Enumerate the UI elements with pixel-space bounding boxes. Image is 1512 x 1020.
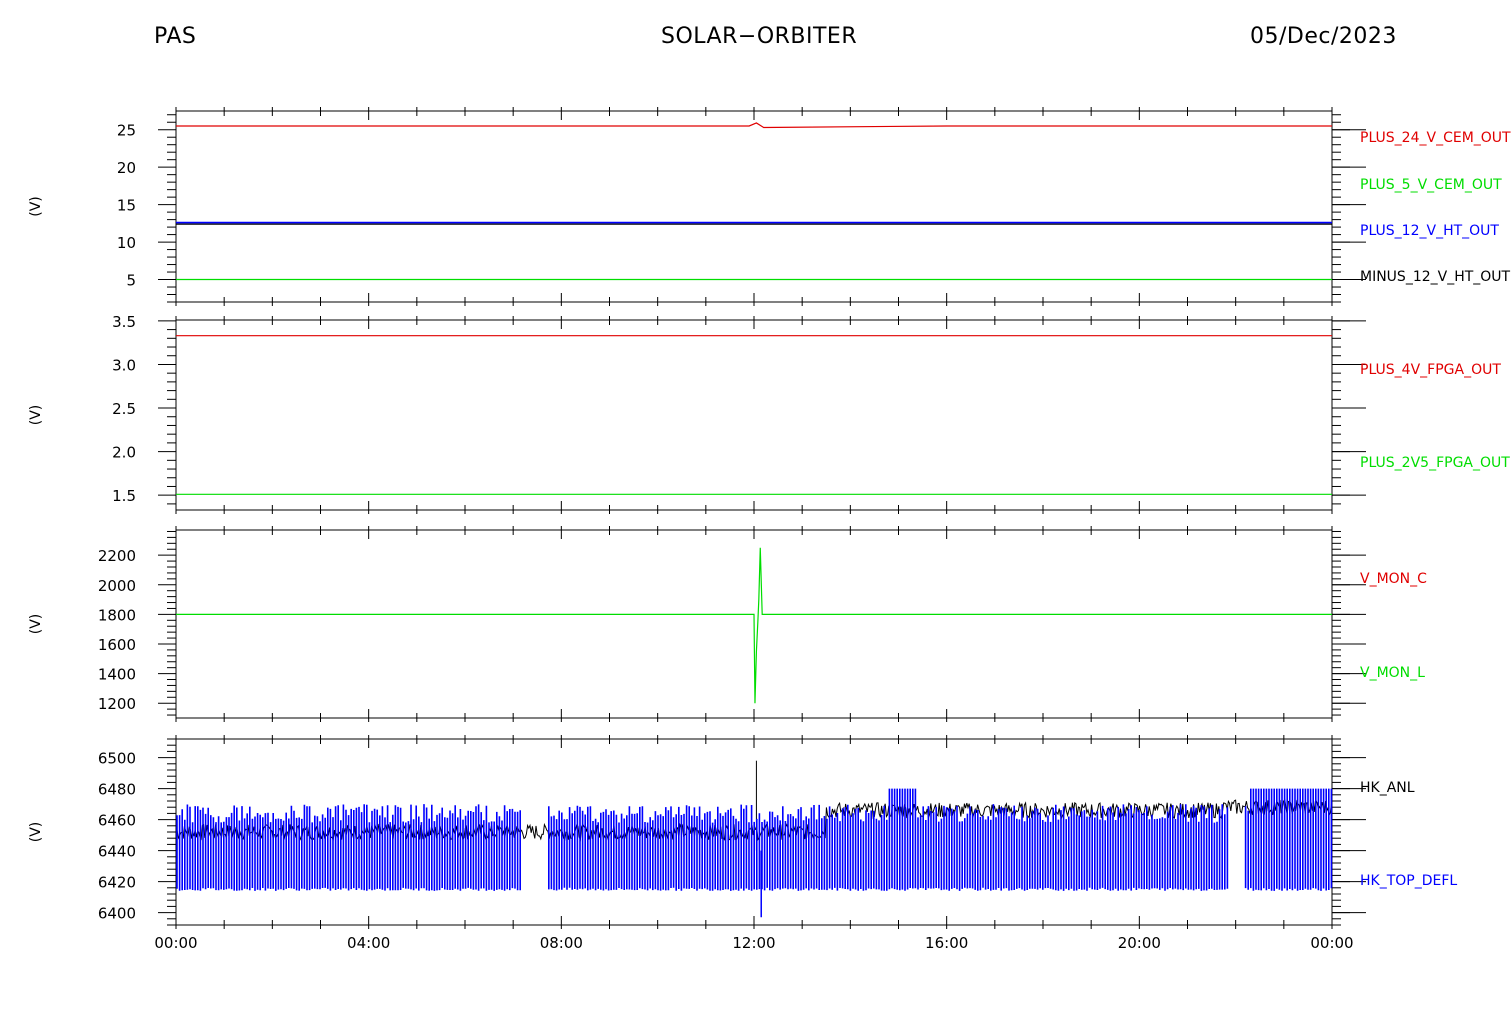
x-tick-label: 16:00 (925, 934, 968, 952)
y-tick-label: 2.5 (112, 400, 136, 418)
x-tick-label: 04:00 (347, 934, 390, 952)
legend-label: PLUS_4V_FPGA_OUT (1360, 362, 1501, 378)
y-axis-label: (V) (28, 614, 44, 635)
y-tick-label: 6460 (98, 812, 136, 830)
y-tick-label: 2.0 (112, 444, 136, 462)
x-tick-label: 20:00 (1118, 934, 1161, 952)
y-tick-label: 1800 (98, 606, 136, 624)
series-PLUS_24_V_CEM_OUT (176, 122, 1332, 129)
legend-label: PLUS_24_V_CEM_OUT (1360, 130, 1511, 146)
legend-label: PLUS_12_V_HT_OUT (1360, 223, 1499, 239)
y-axis-label: (V) (28, 196, 44, 217)
legend-label: PLUS_5_V_CEM_OUT (1360, 177, 1502, 193)
y-tick-label: 1200 (98, 695, 136, 713)
y-tick-label: 6400 (98, 905, 136, 923)
y-axis-label: (V) (28, 405, 44, 426)
legend-label: HK_ANL (1360, 780, 1415, 796)
legend-label: V_MON_L (1360, 665, 1425, 681)
y-tick-label: 1400 (98, 666, 136, 684)
y-tick-label: 1600 (98, 636, 136, 654)
housekeeping-plot: 5 10 15 20 25 (V) PLUS_24_V_CEM_OUT PLUS_5_V_CE… (28, 107, 1511, 952)
panel-1-frame (175, 110, 1333, 303)
y-tick-label: 6480 (98, 781, 136, 799)
y-tick-label: 6500 (98, 750, 136, 768)
legend-label: HK_TOP_DEFL (1360, 873, 1457, 889)
x-tick-label: 00:00 (154, 934, 197, 952)
legend-label: PLUS_2V5_FPGA_OUT (1360, 455, 1510, 471)
legend-label: V_MON_C (1360, 571, 1427, 587)
y-tick-label: 2200 (98, 547, 136, 565)
x-tick-label: 08:00 (540, 934, 583, 952)
y-tick-label: 6440 (98, 843, 136, 861)
y-tick-label: 1.5 (112, 487, 136, 505)
series-V_MON_L (176, 547, 1332, 704)
legend-label: MINUS_12_V_HT_OUT (1360, 269, 1511, 285)
y-tick-label: 5 (126, 272, 136, 290)
y-tick-label: 6420 (98, 874, 136, 892)
y-tick-label: 20 (117, 159, 136, 177)
y-tick-label: 3.5 (112, 313, 136, 331)
y-tick-label: 10 (117, 234, 136, 252)
y-tick-label: 2000 (98, 577, 136, 595)
x-tick-label: 00:00 (1310, 934, 1353, 952)
y-tick-label: 3.0 (112, 356, 136, 374)
panel-2-frame (175, 319, 1333, 511)
y-tick-label: 25 (117, 122, 136, 140)
x-tick-label: 12:00 (732, 934, 775, 952)
y-axis-label: (V) (28, 822, 44, 843)
y-tick-label: 15 (117, 197, 136, 215)
